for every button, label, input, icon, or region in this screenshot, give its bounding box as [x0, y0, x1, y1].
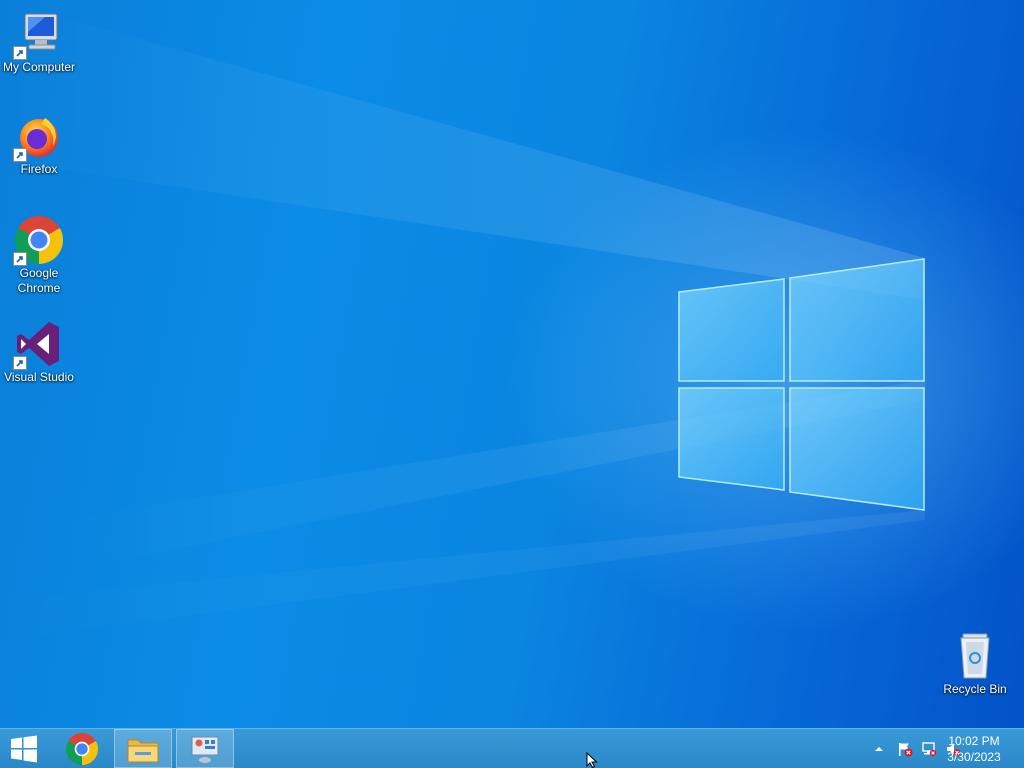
- firefox-icon: [13, 112, 63, 162]
- clock-date: 3/30/2023: [947, 750, 1001, 764]
- taskbar-chrome-button[interactable]: [56, 729, 108, 768]
- visual-studio-icon: [13, 320, 63, 370]
- clock-time: 10:02 PM: [948, 734, 1000, 748]
- desktop-icon-firefox[interactable]: Firefox: [0, 112, 78, 177]
- recycle-bin-icon: [951, 632, 999, 680]
- desktop-icon-recycle-bin[interactable]: Recycle Bin: [936, 632, 1014, 697]
- network-icon[interactable]: [921, 741, 937, 757]
- desktop[interactable]: My Computer Firefox Google Chrome Visual…: [0, 0, 1024, 728]
- file-explorer-icon: [127, 739, 159, 762]
- wallpaper: [0, 0, 925, 640]
- show-hidden-icons-chevron[interactable]: [871, 741, 887, 757]
- desktop-icon-my-computer[interactable]: My Computer: [0, 10, 78, 75]
- desktop-icon-label: My Computer: [2, 60, 76, 74]
- control-panel-icon: [191, 736, 219, 763]
- desktop-icon-visual-studio[interactable]: Visual Studio: [0, 320, 78, 385]
- start-button[interactable]: [0, 729, 48, 768]
- taskbar-control-panel-button[interactable]: [176, 729, 234, 768]
- taskbar-file-explorer-button[interactable]: [114, 729, 172, 768]
- taskbar: 10:02 PM 3/30/2023: [0, 728, 1024, 768]
- desktop-icon-label: Firefox: [20, 162, 58, 176]
- desktop-icon-label: Visual Studio: [4, 370, 74, 384]
- taskbar-clock[interactable]: 10:02 PM 3/30/2023: [942, 733, 1006, 765]
- my-computer-icon: [13, 10, 63, 60]
- windows-logo-wallpaper: [678, 258, 925, 511]
- desktop-icon-google-chrome[interactable]: Google Chrome: [0, 216, 78, 296]
- windows-logo-icon: [11, 735, 37, 762]
- action-center-flag-icon[interactable]: [897, 741, 913, 757]
- desktop-icon-label: Google Chrome: [17, 266, 61, 295]
- chrome-icon: [66, 732, 98, 765]
- mouse-cursor-icon: [586, 752, 598, 768]
- system-tray: 10:02 PM 3/30/2023: [824, 729, 1024, 768]
- chrome-icon: [13, 216, 64, 266]
- desktop-icon-label: Recycle Bin: [943, 682, 1007, 696]
